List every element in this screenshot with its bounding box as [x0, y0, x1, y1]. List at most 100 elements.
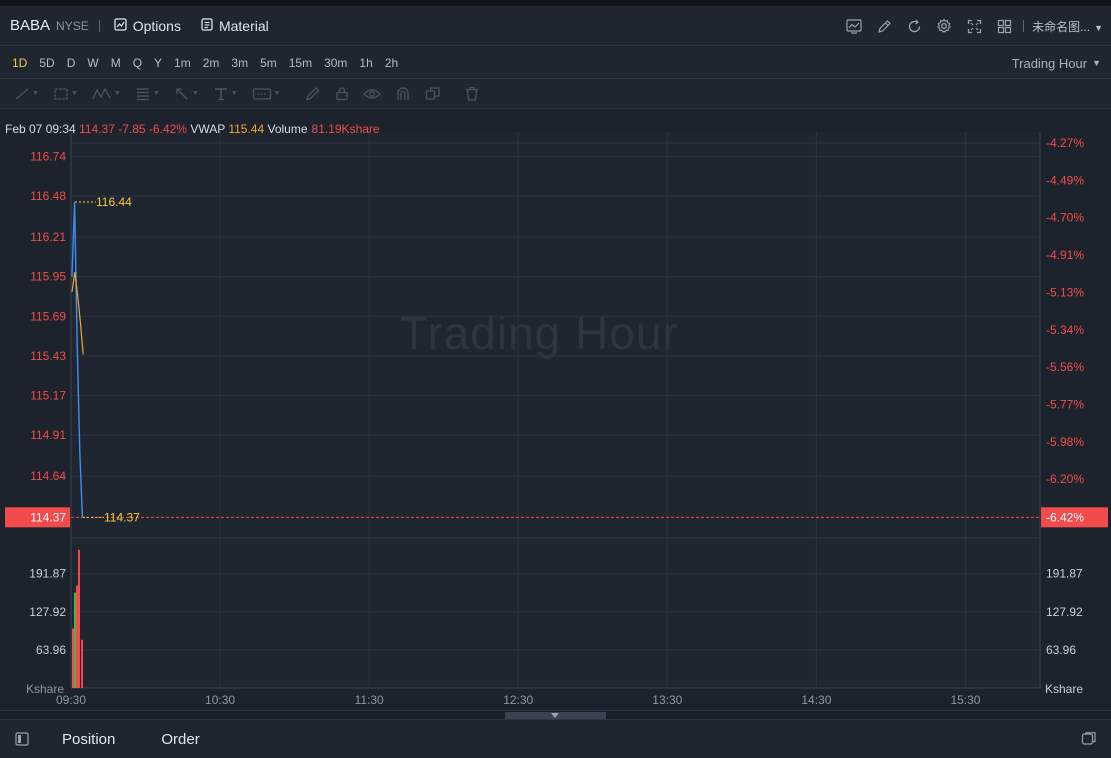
period-1h[interactable]: 1h [353, 56, 378, 70]
trend-line-icon [15, 88, 29, 99]
bottom-panel: Position Order [0, 719, 1111, 758]
annotation-tool[interactable]: ▼ [252, 87, 281, 101]
draw-pen-icon[interactable] [869, 6, 899, 46]
header-right-tools: 未命名图... ▼ [839, 6, 1103, 46]
percent-axis-label: -4.49% [1046, 173, 1084, 187]
volume-bar [76, 585, 78, 688]
caret-down-icon: ▼ [70, 90, 78, 97]
price-info-line: Feb 07 09:34 114.37 -7.85 -6.42% VWAP 11… [5, 122, 380, 136]
caret-down-icon: ▼ [1094, 22, 1103, 33]
period-y[interactable]: Y [148, 56, 168, 70]
percent-axis-label: -5.13% [1046, 285, 1084, 299]
current-price-tag-label: 114.37 [30, 510, 66, 524]
options-button[interactable]: Options [114, 18, 181, 34]
current-percent-tag-label: -6.42% [1046, 510, 1084, 524]
time-axis-label: 11:30 [355, 693, 384, 707]
volume-axis-label-right: 63.96 [1046, 643, 1076, 657]
chat-icon[interactable] [1081, 731, 1097, 747]
period-m[interactable]: M [105, 56, 127, 70]
fibonacci-tool[interactable]: ▼ [135, 87, 160, 101]
tab-order[interactable]: Order [161, 731, 199, 748]
price-axis-label: 116.48 [30, 189, 66, 203]
volume-unit-label: Kshare [26, 682, 64, 696]
info-change: -7.85 [118, 122, 146, 136]
text-tool[interactable]: ▼ [213, 87, 238, 101]
visibility-tool[interactable] [362, 87, 381, 101]
fullscreen-icon[interactable] [959, 6, 989, 46]
chart-header: BABA NYSE Options Material 未命名图... ▼ [0, 6, 1111, 46]
panel-toggle-icon[interactable] [14, 731, 30, 747]
copy-icon [425, 87, 440, 100]
indicator-icon[interactable] [839, 6, 869, 46]
layout-grid-icon[interactable] [989, 6, 1019, 46]
period-w[interactable]: W [81, 56, 104, 70]
period-30m[interactable]: 30m [318, 56, 353, 70]
time-axis-label: 12:30 [503, 693, 533, 707]
session-selector[interactable]: Trading Hour ▼ [1012, 47, 1101, 79]
symbol-ticker[interactable]: BABA [10, 17, 50, 34]
header-divider [98, 19, 100, 32]
magnet-icon [396, 87, 409, 100]
time-axis-label: 10:30 [205, 693, 235, 707]
time-axis-label: 13:30 [652, 693, 682, 707]
caret-down-icon: ▼ [230, 90, 238, 97]
price-axis-label: 116.74 [30, 149, 66, 163]
trend-line-tool[interactable]: ▼ [14, 87, 39, 101]
delete-tool[interactable] [465, 86, 479, 101]
percent-axis-label: -5.98% [1046, 435, 1084, 449]
price-axis-label: 115.69 [30, 309, 66, 323]
percent-axis-label: -4.70% [1046, 211, 1084, 225]
arrow-tool[interactable]: ▼ [174, 87, 199, 101]
volume-bar [81, 639, 83, 688]
percent-axis-label: -5.56% [1046, 360, 1084, 374]
annotation-icon [252, 87, 271, 100]
caret-down-icon [551, 713, 559, 718]
pattern-tool[interactable]: ▼ [92, 87, 121, 101]
info-vwap-label: VWAP [190, 122, 225, 136]
gear-icon[interactable] [929, 6, 959, 46]
period-5d[interactable]: 5D [33, 56, 60, 70]
caret-down-icon: ▼ [32, 90, 39, 97]
refresh-icon[interactable] [899, 6, 929, 46]
brush-tool[interactable] [305, 86, 321, 101]
lock-icon [335, 87, 348, 101]
period-1d[interactable]: 1D [6, 56, 33, 70]
chart-area[interactable]: 116.74 116.48 116.21 115.95 115.69 115.43 115.… [0, 110, 1111, 710]
rectangle-icon [54, 87, 68, 100]
time-axis-label: 15:30 [950, 693, 980, 707]
layout-name-label: 未命名图... [1032, 19, 1091, 34]
period-3m[interactable]: 3m [225, 56, 254, 70]
period-2m[interactable]: 2m [197, 56, 226, 70]
copy-tool[interactable] [425, 86, 441, 101]
period-1m[interactable]: 1m [168, 56, 197, 70]
layout-name-dropdown[interactable]: 未命名图... ▼ [1032, 18, 1103, 35]
trash-icon [465, 86, 478, 101]
price-axis-label: 115.17 [30, 388, 66, 402]
percent-axis-label: -5.77% [1046, 398, 1084, 412]
pattern-icon [92, 87, 111, 99]
caret-down-icon: ▼ [152, 90, 160, 97]
info-price: 114.37 [79, 122, 115, 136]
volume-axis-label: 191.87 [29, 567, 66, 581]
rectangle-tool[interactable]: ▼ [53, 87, 78, 101]
period-d[interactable]: D [61, 56, 82, 70]
material-button[interactable]: Material [201, 18, 269, 34]
percent-axis-label: -6.20% [1046, 472, 1084, 486]
price-axis-label: 114.64 [30, 469, 66, 483]
tab-position[interactable]: Position [62, 731, 115, 748]
last-marker-label: 114.37 [104, 510, 140, 524]
chart-scroll-strip [0, 710, 1111, 720]
lock-tool[interactable] [335, 86, 349, 101]
caret-down-icon: ▼ [191, 90, 199, 97]
period-15m[interactable]: 15m [283, 56, 318, 70]
period-q[interactable]: Q [127, 56, 148, 70]
period-2h[interactable]: 2h [379, 56, 404, 70]
eye-icon [362, 88, 381, 99]
high-marker-label: 116.44 [96, 195, 132, 209]
material-label: Material [218, 17, 269, 34]
magnet-tool[interactable] [395, 86, 411, 101]
period-5m[interactable]: 5m [254, 56, 283, 70]
percent-axis-label: -4.27% [1046, 136, 1084, 150]
price-axis-label: 114.91 [30, 428, 66, 442]
percent-axis-label: -5.34% [1046, 323, 1084, 337]
